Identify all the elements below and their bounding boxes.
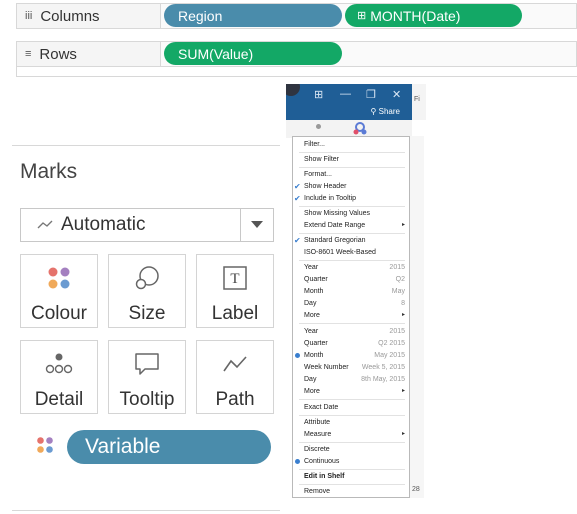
path-tile[interactable]: Path — [196, 340, 274, 414]
marks-title: Marks — [20, 160, 78, 183]
share-button[interactable]: ⚲ Share — [371, 107, 400, 116]
columns-shelf-label: iii Columns — [16, 3, 161, 29]
menu-show-filter[interactable]: Show Filter — [293, 154, 409, 165]
month-date-pill[interactable]: ⊞ MONTH(Date) — [345, 4, 522, 27]
month-date-pill-label: MONTH(Date) — [370, 7, 461, 24]
checkmark-icon: ✔ — [294, 194, 301, 203]
path-line-icon — [222, 351, 248, 377]
restore-layout-icon[interactable]: ⊞ — [314, 88, 323, 101]
menu-measure[interactable]: Measure ▸ — [293, 429, 409, 440]
menu-exact-date[interactable]: Exact Date — [293, 402, 409, 413]
menu-extend-date-range[interactable]: Extend Date Range ▸ — [293, 220, 409, 231]
label-tile[interactable]: T Label — [196, 254, 274, 328]
text-label-icon: T — [223, 265, 247, 291]
close-icon[interactable]: ✕ — [392, 88, 401, 101]
svg-text:T: T — [230, 271, 239, 287]
rows-shelf: ≡ Rows — [16, 41, 161, 67]
menu-format[interactable]: Format... — [293, 169, 409, 180]
line-chart-icon — [37, 220, 53, 229]
menu-continuous-month[interactable]: Month May 2015 — [293, 350, 409, 361]
region-pill[interactable]: Region — [164, 4, 342, 27]
menu-standard-gregorian[interactable]: ✔ Standard Gregorian — [293, 235, 409, 246]
detail-dots-icon — [45, 351, 73, 377]
marks-card: Marks Automatic Colour Size T Label Deta… — [12, 145, 280, 514]
columns-label: Columns — [40, 7, 100, 25]
colour-dots-icon — [47, 265, 71, 291]
shapes-icon — [353, 122, 367, 135]
maximize-icon[interactable]: ❐ — [366, 88, 376, 101]
menu-discrete-more[interactable]: More ▸ — [293, 310, 409, 321]
sum-value-pill[interactable]: SUM(Value) — [164, 42, 342, 65]
menu-discrete-month[interactable]: Month May — [293, 286, 409, 297]
user-icon: ⚲ — [370, 107, 379, 116]
menu-discrete-quarter[interactable]: Quarter Q2 — [293, 274, 409, 285]
size-tile[interactable]: Size — [108, 254, 186, 328]
rows-drop-area[interactable]: SUM(Value) — [160, 41, 577, 67]
sum-value-pill-label: SUM(Value) — [178, 45, 254, 62]
menu-include-in-tooltip[interactable]: ✔ Include in Tooltip — [293, 193, 409, 204]
size-icon — [134, 265, 160, 291]
submenu-arrow-icon: ▸ — [401, 431, 405, 437]
columns-drop-area[interactable]: Region ⊞ MONTH(Date) — [160, 3, 577, 29]
rows-shelf-label: ≡ Rows — [16, 41, 161, 67]
chevron-down-icon[interactable] — [240, 209, 273, 241]
menu-filter[interactable]: Filter... — [293, 139, 409, 150]
menu-side-panel: 28 — [410, 136, 424, 498]
colour-tile[interactable]: Colour — [20, 254, 98, 328]
columns-shelf: iii Columns — [16, 3, 161, 29]
menu-discrete-year[interactable]: Year 2015 — [293, 262, 409, 273]
menu-edit-in-shelf[interactable]: Edit in Shelf — [293, 471, 409, 482]
path-label: Path — [215, 389, 255, 410]
submenu-arrow-icon: ▸ — [401, 388, 405, 394]
menu-remove[interactable]: Remove — [293, 486, 409, 497]
colour-dots-icon — [36, 436, 54, 459]
menu-attribute[interactable]: Attribute — [293, 417, 409, 428]
colour-label: Colour — [31, 303, 87, 324]
submenu-arrow-icon: ▸ — [401, 312, 405, 318]
selected-radio-icon — [295, 459, 300, 464]
menu-continuous-quarter[interactable]: Quarter Q2 2015 — [293, 338, 409, 349]
avatar — [286, 84, 300, 96]
expand-plus-icon: ⊞ — [357, 10, 367, 22]
label-label: Label — [211, 303, 259, 324]
variable-pill-label: Variable — [85, 435, 161, 458]
columns-icon: iii — [25, 10, 33, 22]
tooltip-tile[interactable]: Tooltip — [108, 340, 186, 414]
size-label: Size — [128, 303, 166, 324]
menu-show-missing-values[interactable]: Show Missing Values — [293, 208, 409, 219]
tooltip-label: Tooltip — [119, 389, 175, 410]
window-titlebar: ⊞ — ❐ ✕ ⚲ Share — [286, 84, 412, 120]
minimize-icon[interactable]: — — [340, 88, 351, 100]
side-number: 28 — [412, 486, 420, 493]
rows-icon: ≡ — [25, 48, 32, 60]
checkmark-icon: ✔ — [294, 182, 301, 191]
checkmark-icon: ✔ — [294, 236, 301, 245]
menu-continuous-day[interactable]: Day 8th May, 2015 — [293, 374, 409, 385]
region-pill-label: Region — [178, 7, 223, 24]
menu-discrete[interactable]: Discrete — [293, 444, 409, 455]
marks-divider — [12, 510, 280, 511]
pill-context-menu: Filter... Show Filter Format... ✔ Show He… — [292, 136, 410, 498]
menu-continuous-more[interactable]: More ▸ — [293, 386, 409, 397]
detail-tile[interactable]: Detail — [20, 340, 98, 414]
menu-discrete-day[interactable]: Day 8 — [293, 298, 409, 309]
menu-continuous-week[interactable]: Week Number Week 5, 2015 — [293, 362, 409, 373]
side-text-fragment: Fi — [414, 96, 420, 103]
mark-type-label: Automatic — [61, 214, 146, 235]
variable-pill[interactable]: Variable — [67, 430, 271, 464]
menu-iso-week[interactable]: ISO-8601 Week-Based — [293, 247, 409, 258]
detail-label: Detail — [34, 389, 84, 410]
selected-radio-icon — [295, 353, 300, 358]
submenu-arrow-icon: ▸ — [401, 222, 405, 228]
mark-type-dropdown[interactable]: Automatic — [20, 208, 274, 242]
shelf-divider — [16, 67, 577, 77]
menu-continuous[interactable]: Continuous — [293, 456, 409, 467]
window-side-panel: Fi — [412, 84, 426, 120]
dot-icon — [316, 124, 321, 129]
menu-show-header[interactable]: ✔ Show Header — [293, 181, 409, 192]
speech-bubble-icon — [134, 351, 160, 377]
menu-continuous-year[interactable]: Year 2015 — [293, 326, 409, 337]
variable-row: Variable — [36, 430, 271, 464]
rows-label: Rows — [39, 45, 77, 63]
